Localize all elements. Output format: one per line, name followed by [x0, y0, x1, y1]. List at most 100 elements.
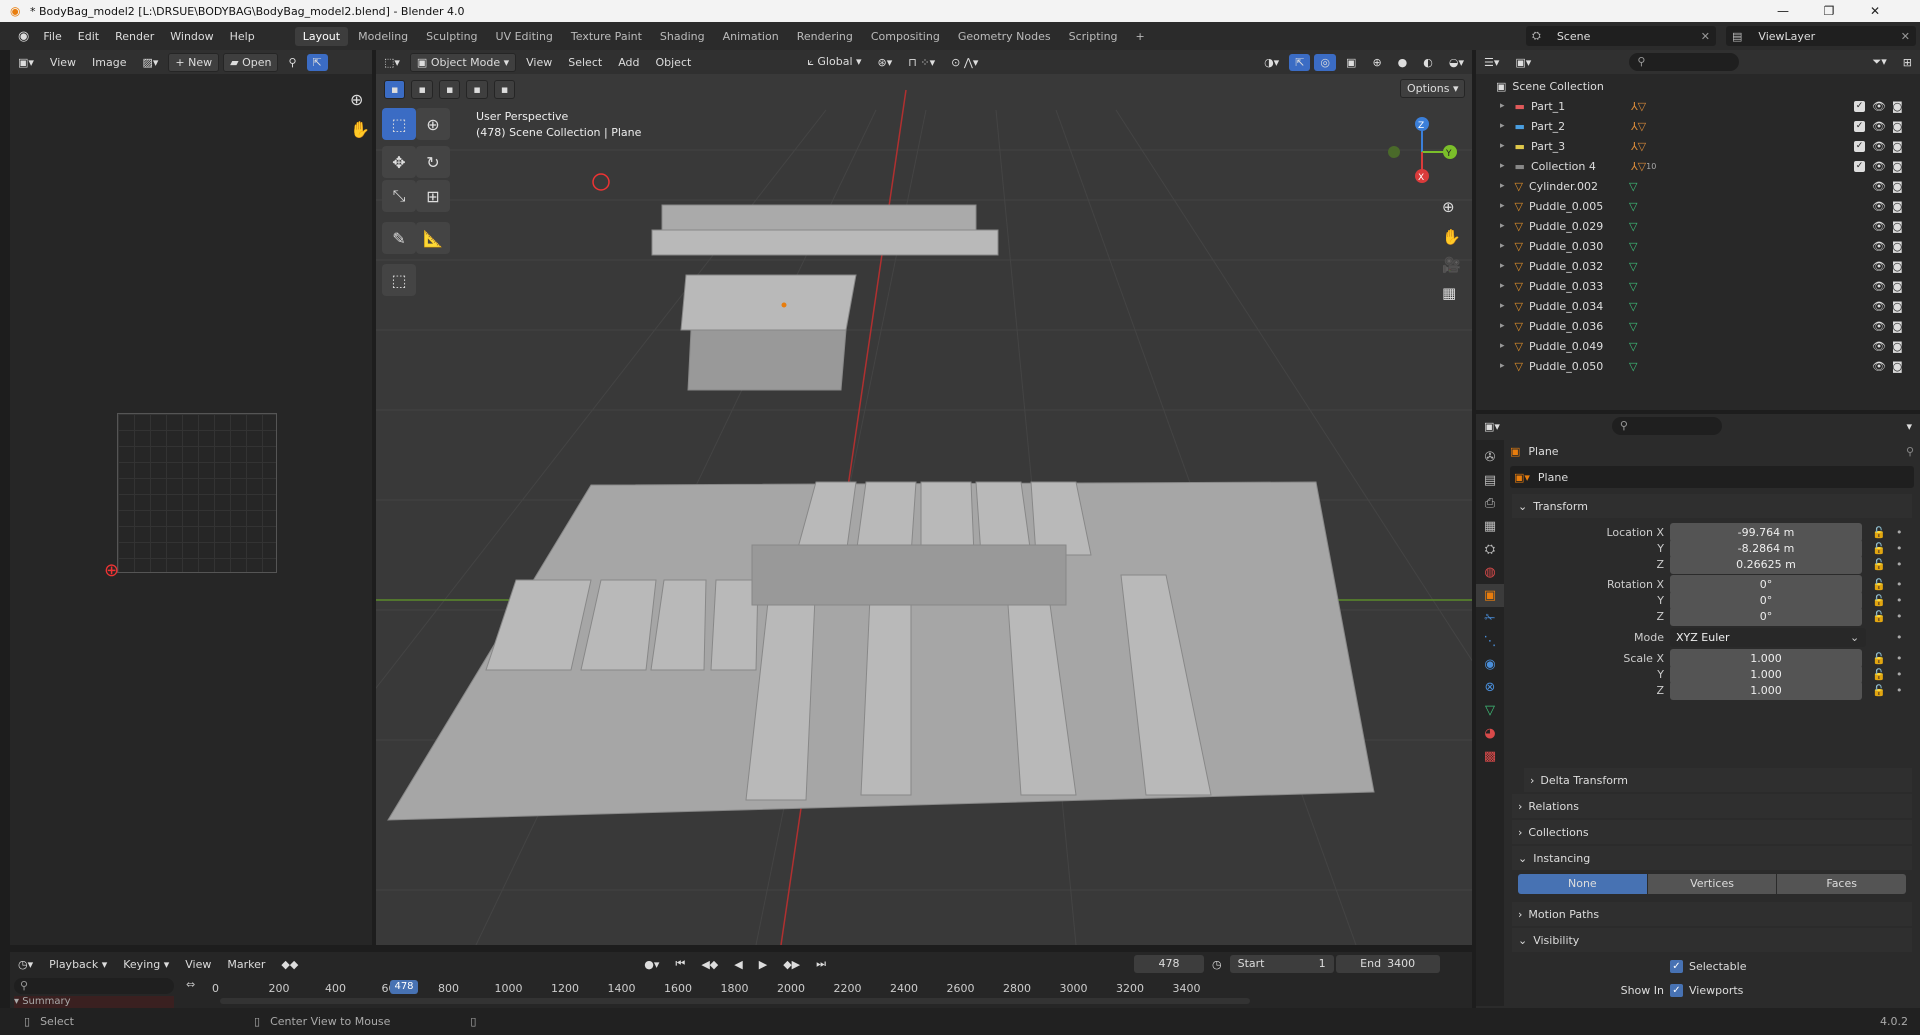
- timeline-view-menu[interactable]: View: [179, 956, 217, 973]
- tab-scripting[interactable]: Scripting: [1061, 27, 1126, 46]
- lock-icon[interactable]: 🔓: [1872, 652, 1886, 665]
- pin-icon[interactable]: ⚲: [282, 54, 302, 71]
- restore-button[interactable]: ❐: [1806, 0, 1852, 22]
- camera-render-icon[interactable]: ◙: [1892, 100, 1903, 113]
- cursor-tool[interactable]: ⊕: [416, 108, 450, 140]
- eye-icon[interactable]: 👁: [1872, 240, 1886, 253]
- camera-render-icon[interactable]: ◙: [1892, 300, 1903, 313]
- instancing-none-button[interactable]: None: [1518, 874, 1647, 894]
- view-layer-selector[interactable]: ▤ ViewLayer ✕: [1726, 26, 1916, 46]
- properties-pin-icon[interactable]: ⚲: [1906, 445, 1914, 458]
- expand-arrow-icon[interactable]: ▸: [1500, 101, 1505, 111]
- instancing-vertices-button[interactable]: Vertices: [1647, 874, 1777, 894]
- value-field[interactable]: 0.26625 m: [1670, 554, 1862, 574]
- lock-icon[interactable]: 🔓: [1872, 684, 1886, 697]
- camera-render-icon[interactable]: ◙: [1892, 220, 1903, 233]
- eye-icon[interactable]: 👁: [1872, 160, 1886, 173]
- expand-arrow-icon[interactable]: ▸: [1500, 161, 1505, 171]
- viewports-checkbox[interactable]: ✓: [1670, 984, 1683, 997]
- exclude-checkbox[interactable]: ✓: [1854, 140, 1865, 152]
- camera-render-icon[interactable]: ◙: [1892, 140, 1903, 153]
- outliner-row[interactable]: ▸ ▽ Puddle_0.029 ▽ 👁 ◙: [1476, 216, 1920, 236]
- tool-tab-icon[interactable]: ✇: [1476, 446, 1504, 469]
- outliner-row[interactable]: ▸ ▬ Part_1 ⅄▽ ✓ 👁 ◙: [1476, 96, 1920, 116]
- proportional-edit-icon[interactable]: ⊙ ⋀▾: [945, 54, 984, 71]
- eye-icon[interactable]: 👁: [1872, 340, 1886, 353]
- tab-texture-paint[interactable]: Texture Paint: [563, 27, 650, 46]
- outliner-row[interactable]: ▸ ▽ Cylinder.002 ▽ 👁 ◙: [1476, 176, 1920, 196]
- outliner-row[interactable]: ▸ ▽ Puddle_0.036 ▽ 👁 ◙: [1476, 316, 1920, 336]
- annotate-tool[interactable]: ✎: [382, 222, 416, 254]
- instancing-faces-button[interactable]: Faces: [1777, 874, 1907, 894]
- viewport-object-menu[interactable]: Object: [649, 54, 697, 71]
- exclude-checkbox[interactable]: ✓: [1854, 100, 1865, 112]
- expand-arrow-icon[interactable]: ▸: [1500, 201, 1505, 211]
- motion-paths-header[interactable]: › Motion Paths: [1512, 902, 1912, 926]
- data-tab-icon[interactable]: ▽: [1476, 699, 1504, 722]
- expand-arrow-icon[interactable]: ▸: [1500, 141, 1505, 151]
- play-reverse-icon[interactable]: ◀: [728, 956, 748, 973]
- shading-solid-icon[interactable]: ●: [1392, 54, 1414, 71]
- output-tab-icon[interactable]: ⎙: [1476, 492, 1504, 515]
- instancing-header[interactable]: ⌄ Instancing: [1512, 846, 1912, 870]
- eye-icon[interactable]: 👁: [1872, 320, 1886, 333]
- snap-icon[interactable]: ⊓ ⁘▾: [902, 54, 941, 71]
- scene-selector[interactable]: ⛭ Scene ✕: [1526, 26, 1716, 46]
- eye-icon[interactable]: 👁: [1872, 100, 1886, 113]
- viewport-pan-icon[interactable]: ✋: [1442, 228, 1461, 246]
- rotation-mode-dropdown[interactable]: XYZ Euler: [1670, 627, 1866, 647]
- select-box-tool[interactable]: ⬚: [382, 108, 416, 140]
- select-extend-icon[interactable]: ▪: [411, 80, 433, 99]
- expand-arrow-icon[interactable]: ▸: [1500, 261, 1505, 271]
- eye-icon[interactable]: 👁: [1872, 260, 1886, 273]
- options-button[interactable]: Options ▾: [1400, 79, 1466, 98]
- expand-arrow-icon[interactable]: ▸: [1500, 321, 1505, 331]
- camera-render-icon[interactable]: ◙: [1892, 240, 1903, 253]
- keyframe-dot-icon[interactable]: •: [1896, 668, 1903, 681]
- timeline-editor-type-icon[interactable]: ◷▾: [12, 956, 39, 973]
- add-cube-tool[interactable]: ⬚: [382, 264, 416, 296]
- tab-shading[interactable]: Shading: [652, 27, 713, 46]
- outliner-row[interactable]: ▸ ▽ Puddle_0.005 ▽ 👁 ◙: [1476, 196, 1920, 216]
- eye-icon[interactable]: 👁: [1872, 180, 1886, 193]
- outliner-search-input[interactable]: ⚲: [1629, 53, 1740, 71]
- shading-render-icon[interactable]: ◒▾: [1443, 54, 1470, 71]
- timeline-swap-icon[interactable]: ⇔: [186, 978, 195, 991]
- open-image-button[interactable]: ▰ Open: [223, 52, 279, 72]
- select-intersect-icon[interactable]: ▪: [493, 80, 516, 99]
- tab-geometry-nodes[interactable]: Geometry Nodes: [950, 27, 1059, 46]
- current-frame-field[interactable]: 478: [1134, 955, 1205, 973]
- outliner-row[interactable]: ▸ ▬ Part_3 ⅄▽ ✓ 👁 ◙: [1476, 136, 1920, 156]
- jump-end-icon[interactable]: ⏭: [810, 955, 832, 973]
- outliner-row[interactable]: ▸ ▽ Puddle_0.033 ▽ 👁 ◙: [1476, 276, 1920, 296]
- outliner-row[interactable]: ▸ ▽ Puddle_0.050 ▽ 👁 ◙: [1476, 356, 1920, 376]
- lock-icon[interactable]: 🔓: [1872, 668, 1886, 681]
- outliner-row[interactable]: ▸ ▬ Collection 4 ⅄▽ 10 ✓ 👁 ◙: [1476, 156, 1920, 176]
- preview-range-icon[interactable]: ◷: [1206, 956, 1228, 973]
- render-tab-icon[interactable]: ▤: [1476, 469, 1504, 492]
- tab-rendering[interactable]: Rendering: [789, 27, 861, 46]
- visibility-header[interactable]: ⌄ Visibility: [1512, 928, 1912, 952]
- exclude-checkbox[interactable]: ✓: [1854, 120, 1865, 132]
- menu-help[interactable]: Help: [222, 30, 263, 43]
- playhead-frame[interactable]: 478: [390, 980, 418, 994]
- end-frame-field[interactable]: End 3400: [1335, 955, 1440, 973]
- camera-render-icon[interactable]: ◙: [1892, 160, 1903, 173]
- scene-collection-row[interactable]: ▣ Scene Collection: [1476, 76, 1920, 96]
- xray-icon[interactable]: ▣: [1340, 54, 1362, 71]
- menu-file[interactable]: File: [35, 30, 69, 43]
- shading-material-icon[interactable]: ◐: [1417, 54, 1439, 71]
- eye-icon[interactable]: 👁: [1872, 200, 1886, 213]
- keying-menu[interactable]: Keying ▾: [117, 956, 175, 973]
- scene-close-icon[interactable]: ✕: [1701, 30, 1710, 43]
- camera-render-icon[interactable]: ◙: [1892, 200, 1903, 213]
- jump-start-icon[interactable]: ⏮: [669, 955, 691, 973]
- texture-tab-icon[interactable]: ▩: [1476, 745, 1504, 768]
- keyframe-dot-icon[interactable]: •: [1896, 558, 1903, 571]
- eye-icon[interactable]: 👁: [1872, 140, 1886, 153]
- keyframe-nav-icon[interactable]: ◆◆: [275, 956, 304, 973]
- expand-arrow-icon[interactable]: ▸: [1500, 361, 1505, 371]
- object-data-field[interactable]: ▣▾ Plane: [1510, 466, 1914, 488]
- camera-render-icon[interactable]: ◙: [1892, 120, 1903, 133]
- expand-arrow-icon[interactable]: ▸: [1500, 221, 1505, 231]
